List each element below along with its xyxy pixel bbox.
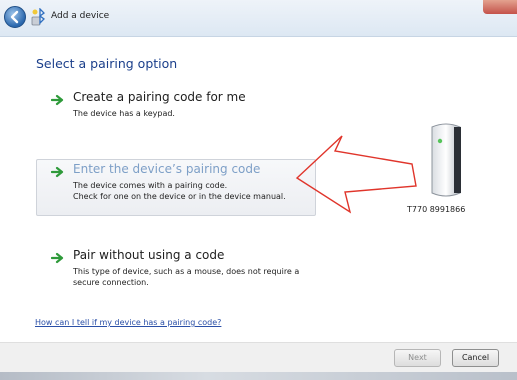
taskbar-edge xyxy=(0,372,517,380)
annotation-arrow-icon xyxy=(295,135,417,214)
cancel-button[interactable]: Cancel xyxy=(452,349,499,367)
next-button[interactable]: Next xyxy=(394,349,441,367)
